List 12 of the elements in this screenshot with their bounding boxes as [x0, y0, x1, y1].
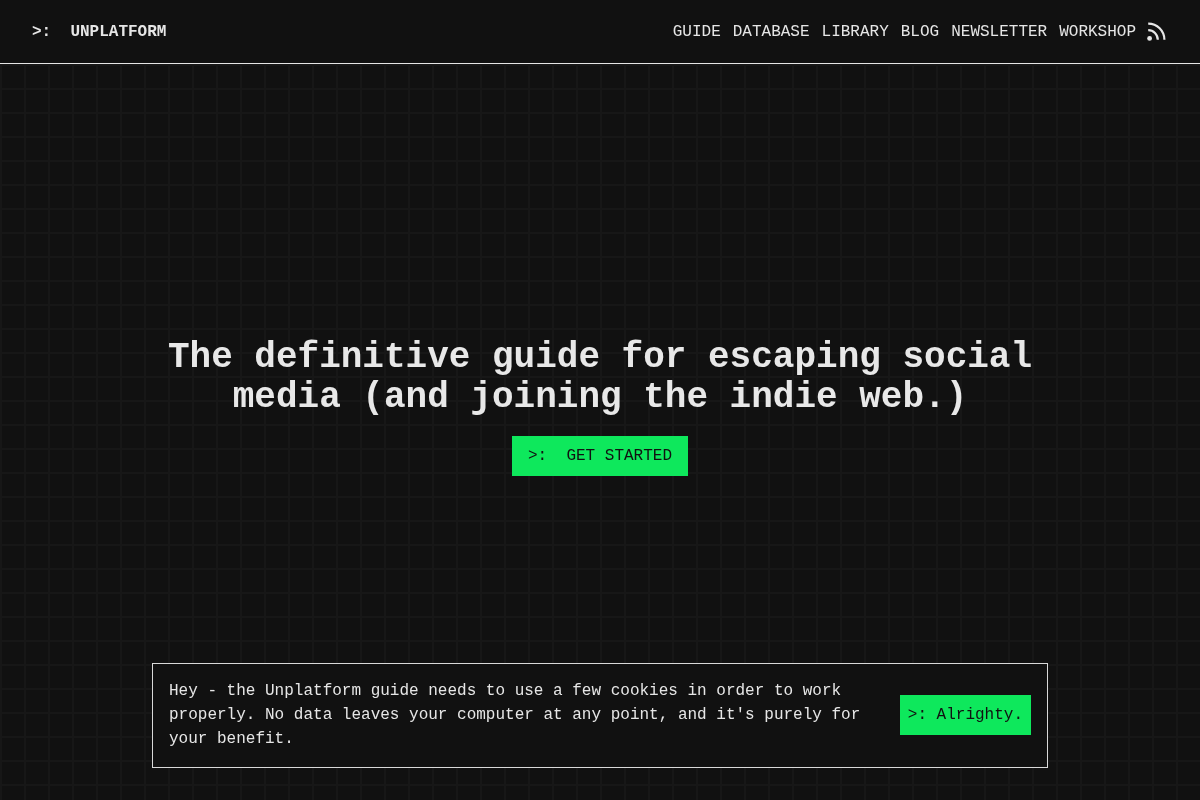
nav-link[interactable]: GUIDE: [672, 21, 721, 42]
nav-link[interactable]: LIBRARY: [821, 21, 889, 42]
get-started-button[interactable]: >: GET STARTED: [512, 436, 688, 476]
site-logo[interactable]: >: UNPLATFORM: [32, 21, 167, 42]
cookie-message: Hey - the Unplatform guide needs to use a few cookies in order to work properly. No data leaves your computer at any point, and it's purely for your benefit.: [169, 681, 862, 750]
nav-link[interactable]: WORKSHOP: [1059, 21, 1136, 42]
accept-cookies-button[interactable]: >: Alrighty.: [899, 695, 1031, 735]
nav-link[interactable]: BLOG: [900, 21, 940, 42]
nav-link[interactable]: DATABASE: [732, 21, 810, 42]
rss-feed-icon[interactable]: [1147, 22, 1166, 41]
hero-heading: The definitive guide for escaping social media (and joining the indie web.): [166, 338, 1034, 418]
nav-link[interactable]: NEWSLETTER: [951, 21, 1048, 42]
